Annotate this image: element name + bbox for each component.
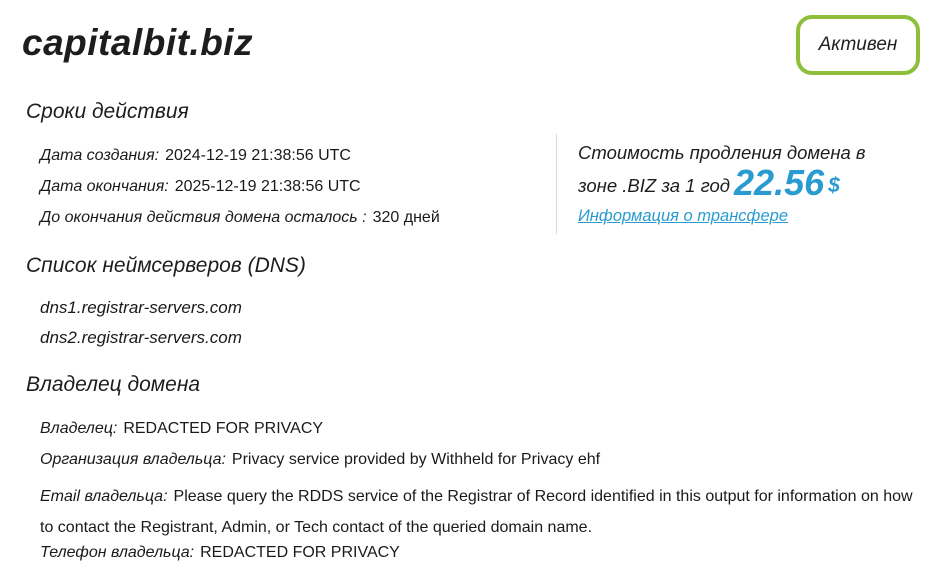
expires-label: Дата окончания: [40,178,169,195]
remaining-row: До окончания действия домена осталось : 3… [40,209,440,227]
owner-value: REDACTED FOR PRIVACY [123,420,324,437]
validity-heading: Сроки действия [26,100,189,123]
expires-value: 2025-12-19 21:38:56 UTC [174,178,361,195]
org-row: Организация владельца: Privacy service pr… [40,451,600,469]
created-value: 2024-12-19 21:38:56 UTC [165,147,351,164]
phone-value: REDACTED FOR PRIVACY [200,544,400,561]
transfer-info-link[interactable]: Информация о трансфере [578,207,788,226]
email-label: Email владельца: [40,488,168,505]
email-value: Please query the RDDS service of the Reg… [40,488,913,536]
remaining-label: До окончания действия домена осталось : [40,209,367,226]
phone-row: Телефон владельца: REDACTED FOR PRIVACY [40,544,400,562]
nameserver-item: dns2.registrar-servers.com [40,328,242,347]
renewal-line-2-row: зоне .BIZ за 1 год 22.56 $ [578,165,918,201]
remaining-value: 320 дней [372,209,440,226]
renewal-currency: $ [828,174,840,197]
renewal-price: 22.56 [734,162,825,203]
expires-row: Дата окончания: 2025-12-19 21:38:56 UTC [40,178,361,196]
status-badge: Активен [796,15,920,75]
renewal-price-block: Стоимость продления домена в зоне .BIZ з… [578,138,918,201]
owner-row: Владелец: REDACTED FOR PRIVACY [40,420,323,438]
nameserver-item: dns1.registrar-servers.com [40,298,242,317]
domain-title: capitalbit.biz [22,22,254,63]
renewal-line-2: зоне .BIZ за 1 год [578,175,731,196]
owner-heading: Владелец домена [26,373,201,396]
phone-label: Телефон владельца: [40,544,195,561]
section-divider [556,134,557,234]
created-label: Дата создания: [40,147,160,164]
created-row: Дата создания: 2024-12-19 21:38:56 UTC [40,147,351,165]
owner-label: Владелец: [40,420,118,437]
org-value: Privacy service provided by Withheld for… [231,451,601,468]
dns-heading: Список неймсерверов (DNS) [26,254,306,277]
email-row: Email владельца: Please query the RDDS se… [40,481,920,543]
org-label: Организация владельца: [40,451,226,468]
